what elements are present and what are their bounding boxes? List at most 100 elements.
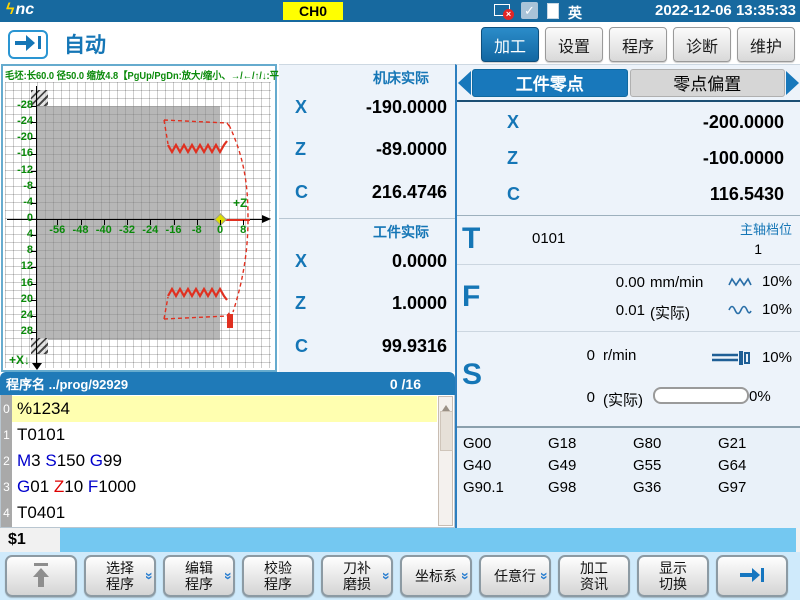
softkey-coord-system[interactable]: 坐标系» [400, 555, 472, 597]
softkey-machining-info[interactable]: 加工资讯 [558, 555, 630, 597]
zero-tab-row: 工件零点零点偏置 [457, 65, 800, 102]
tab-maintenance[interactable]: 维护 [737, 27, 795, 62]
program-scrollbar[interactable] [438, 396, 453, 526]
gcode-cell: G90.1 [463, 479, 548, 501]
program-line[interactable]: 1T0101 [1, 422, 437, 448]
softkey-label: 加工 [580, 560, 608, 576]
axis-value: -200.0000 [537, 112, 784, 133]
chevron-down-icon: » [537, 572, 553, 580]
axis-row: C99.9316 [279, 336, 455, 357]
axis-name: C [507, 184, 537, 205]
code-token: %1234 [17, 399, 70, 419]
t-label: T [462, 222, 480, 256]
softkey-next-page[interactable] [716, 555, 788, 597]
tab-work-zero[interactable]: 工件零点 [472, 69, 628, 97]
code-token: T0401 [17, 503, 65, 523]
softkey-label: 编辑 [185, 560, 213, 576]
spindle-gear-value: 1 [754, 241, 762, 257]
up-arrow-icon [30, 562, 52, 591]
language-indicator[interactable]: 英 [568, 3, 582, 23]
softkey-label: 程序 [185, 576, 213, 592]
softkey-label: 刀补 [343, 560, 371, 576]
spindle-set-value: 0 [515, 347, 595, 364]
softkey-verify-program[interactable]: 校验程序 [242, 555, 314, 597]
mdi-input-bar[interactable] [60, 528, 796, 552]
softkey-return-up[interactable] [5, 555, 77, 597]
cnc-screen: ϟnc CH0 × ✓ 英 2022-12-06 13:35:33 自动 加工设… [0, 0, 800, 600]
auto-mode-icon [8, 30, 48, 59]
program-body: 0%12341T01012M3 S150 G993G01 Z10 F10004T… [0, 395, 455, 528]
line-code: M3 S150 G99 [12, 448, 437, 474]
line-code: T0101 [12, 422, 437, 448]
tab-zero-offset[interactable]: 零点偏置 [630, 69, 786, 97]
code-token: 99 [103, 451, 122, 471]
line-number: 3 [1, 480, 12, 494]
tool-row: T 0101 主轴档位 1 [457, 216, 800, 265]
softkey-display-switch[interactable]: 显示切换 [637, 555, 709, 597]
program-header: 程序名 ../prog/92929 0 /16 [0, 372, 455, 395]
work-actual-title: 工件实际 [279, 222, 455, 240]
gcode-cell: G21 [718, 435, 800, 457]
code-token: 3 [31, 451, 45, 471]
axis-row: C216.4746 [279, 182, 455, 203]
gcode-cell: G98 [548, 479, 633, 501]
axis-value: -100.0000 [537, 148, 784, 169]
axis-value: -89.0000 [325, 139, 447, 160]
code-token: Z [54, 477, 64, 497]
program-line[interactable]: 2M3 S150 G99 [1, 448, 437, 474]
feed-row: F 0.00 mm/min 0.01 (实际) 10% 10% [457, 265, 800, 332]
gcode-cell: G64 [718, 457, 800, 479]
scrollbar-thumb[interactable] [440, 411, 453, 451]
logo-bolt-icon: ϟ [6, 1, 14, 18]
scrollbar-up-icon[interactable] [442, 401, 450, 411]
code-token: 1000 [98, 477, 136, 497]
softkey-any-line[interactable]: 任意行» [479, 555, 551, 597]
tab-diagnosis[interactable]: 诊断 [673, 27, 731, 62]
chevron-down-icon: » [458, 572, 474, 580]
spindle-load-bar [653, 387, 749, 404]
spindle-actual-label: (实际) [603, 389, 643, 410]
code-token: F [88, 477, 98, 497]
line-code: %1234 [12, 396, 437, 422]
softkey-bar: 选择程序»编辑程序»校验程序刀补磨损»坐标系»任意行»加工资讯显示切换 [0, 552, 800, 600]
feed-unit: mm/min [650, 274, 703, 291]
softkey-tool-comp-wear[interactable]: 刀补磨损» [321, 555, 393, 597]
program-line[interactable]: 0%1234 [1, 396, 437, 422]
axis-value: 216.4746 [325, 182, 447, 203]
machine-actual-rows: X-190.0000Z-89.0000C216.4746 [279, 86, 455, 218]
next-page-arrow-icon[interactable] [786, 71, 799, 95]
feed-set-value: 0.00 [565, 274, 645, 291]
machine-actual-section: 机床实际 X-190.0000Z-89.0000C216.4746 [279, 65, 455, 219]
axis-value: 116.5430 [537, 184, 784, 205]
command-bar: $1 [0, 528, 800, 552]
program-line[interactable]: 4T0401 [1, 500, 437, 526]
axis-name: Z [295, 139, 325, 160]
gcode-cell: G40 [463, 457, 548, 479]
toolpath-trace [3, 66, 275, 370]
spindle-unit: r/min [603, 347, 636, 364]
ok-check-icon: ✓ [521, 2, 538, 19]
machine-actual-title: 机床实际 [279, 68, 455, 86]
top-status-bar: ϟnc CH0 × ✓ 英 2022-12-06 13:35:33 [0, 0, 800, 22]
spindle-row: S 0 r/min 0 (实际) 10% 0% [457, 332, 800, 424]
spindle-actual-value: 0 [515, 389, 595, 406]
axis-value: 99.9316 [325, 336, 447, 357]
softkey-label: 切换 [659, 576, 687, 592]
axis-value: -190.0000 [325, 97, 447, 118]
tab-machining[interactable]: 加工 [481, 27, 539, 62]
spindle-override-pct: 10% [754, 349, 792, 366]
feed-actual-label: (实际) [650, 302, 690, 323]
gcode-cell: G49 [548, 457, 633, 479]
mode-label: 自动 [64, 29, 106, 59]
network-error-badge: × [503, 9, 514, 20]
softkey-label: 坐标系 [415, 568, 457, 584]
work-actual-rows: X0.0000Z1.0000C99.9316 [279, 240, 455, 372]
tab-settings[interactable]: 设置 [545, 27, 603, 62]
tab-program[interactable]: 程序 [609, 27, 667, 62]
program-line[interactable]: 3G01 Z10 F1000 [1, 474, 437, 500]
prev-page-arrow-icon[interactable] [458, 71, 471, 95]
tool-number: 0101 [532, 230, 565, 247]
axis-row: X0.0000 [279, 251, 455, 272]
softkey-select-program[interactable]: 选择程序» [84, 555, 156, 597]
softkey-edit-program[interactable]: 编辑程序» [163, 555, 235, 597]
